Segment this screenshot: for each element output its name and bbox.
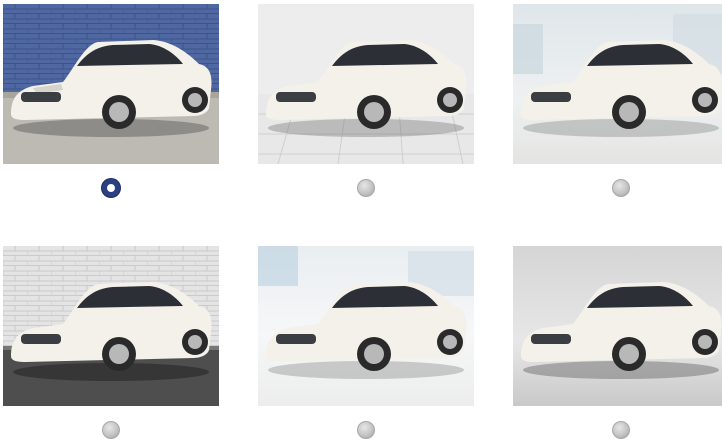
background-option-1 (3, 4, 219, 197)
radio-button[interactable] (102, 421, 120, 439)
radio-button[interactable] (357, 179, 375, 197)
car-on-white-brick-image (3, 246, 219, 406)
background-option-5 (258, 246, 474, 439)
thumbnail-bright-dealership[interactable] (258, 246, 474, 406)
radio-button[interactable] (612, 421, 630, 439)
car-on-blue-brick-image (3, 4, 219, 164)
thumbnail-blurred-showroom[interactable] (513, 4, 722, 164)
background-option-6 (513, 246, 722, 439)
background-option-3 (513, 4, 722, 197)
background-option-2 (258, 4, 474, 197)
car-in-dealership-image (258, 246, 474, 406)
background-selector-grid (0, 0, 722, 444)
radio-button-selected[interactable] (102, 179, 120, 197)
thumbnail-blue-brick-wall[interactable] (3, 4, 219, 164)
thumbnail-grey-studio[interactable] (513, 246, 722, 406)
radio-button[interactable] (612, 179, 630, 197)
car-in-grey-studio-image (513, 246, 722, 406)
car-in-showroom-image (513, 4, 722, 164)
car-on-white-tile-image (258, 4, 474, 164)
radio-button[interactable] (357, 421, 375, 439)
background-option-4 (3, 246, 219, 439)
thumbnail-white-tile-studio[interactable] (258, 4, 474, 164)
thumbnail-white-brick-garage[interactable] (3, 246, 219, 406)
